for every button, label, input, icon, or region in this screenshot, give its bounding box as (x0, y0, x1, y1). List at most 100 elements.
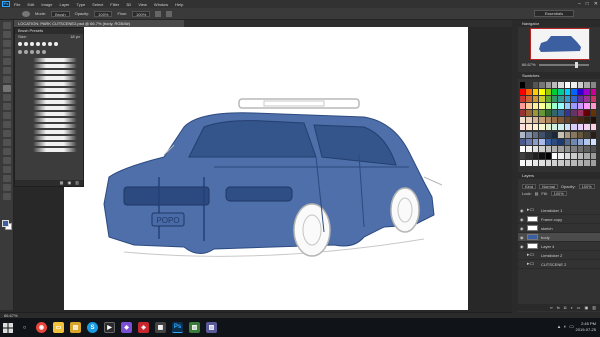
swatch-color[interactable] (571, 145, 577, 152)
swatch-color[interactable] (564, 110, 571, 117)
swatch-color[interactable] (564, 117, 571, 124)
move-tool-icon[interactable] (3, 22, 11, 29)
swatch-color[interactable] (532, 159, 539, 166)
search-icon[interactable]: ○ (19, 322, 30, 333)
swatch-color[interactable] (526, 138, 532, 145)
swatch-color[interactable] (564, 152, 571, 159)
brush-tool-icon[interactable] (22, 10, 30, 17)
navigator-title[interactable]: Navigator (518, 20, 600, 27)
swatch-color[interactable] (526, 82, 532, 88)
swatch-color[interactable] (520, 103, 526, 110)
swatch-color[interactable] (590, 96, 596, 103)
swatch-color[interactable] (552, 124, 558, 131)
brush-preset-12[interactable] (33, 124, 77, 128)
brush-preset-4[interactable] (33, 76, 77, 80)
brush-preset-1[interactable] (33, 58, 77, 62)
brush-preset-6[interactable] (33, 88, 77, 92)
dodge-tool-icon[interactable] (3, 139, 11, 146)
network-icon[interactable]: ▴ (558, 324, 561, 330)
swatch-color[interactable] (539, 110, 545, 117)
swatch-color[interactable] (552, 89, 558, 96)
swatch-color[interactable] (520, 96, 526, 103)
healing-tool-icon[interactable] (3, 76, 11, 83)
menu-image[interactable]: Image (41, 2, 52, 7)
swatch-color[interactable] (577, 110, 584, 117)
swatch-color[interactable] (545, 145, 552, 152)
swatch-color[interactable] (545, 89, 552, 96)
layer-row[interactable]: ◉ Layer 4 (518, 242, 600, 251)
swatch-color[interactable] (520, 138, 526, 145)
brush-preset-10[interactable] (33, 112, 77, 116)
swatch-color[interactable] (577, 89, 584, 96)
fx-icon[interactable]: fx (557, 304, 560, 311)
swatch-color[interactable] (577, 152, 584, 159)
volume-icon[interactable]: ◖ (563, 324, 566, 330)
swatch-color[interactable] (532, 145, 539, 152)
layer-row[interactable]: ◉ ▸▭ Limsticker 1 (518, 206, 600, 215)
airbrush-icon[interactable] (155, 10, 162, 17)
brush-preset-11[interactable] (33, 118, 77, 122)
swatch-color[interactable] (584, 96, 590, 103)
navigator-zoom-value[interactable]: 66.67% (522, 62, 536, 68)
swatch-color[interactable] (577, 103, 584, 110)
swatch-color[interactable] (571, 124, 577, 131)
file-explorer-icon[interactable]: ▭ (53, 322, 64, 333)
layer-filter-kind[interactable]: Kind (522, 184, 537, 189)
new-brush-icon[interactable]: ▣ (67, 180, 71, 186)
link-layers-icon[interactable]: ∞ (550, 304, 553, 311)
eye-icon[interactable]: ◉ (520, 244, 524, 249)
swatch-color[interactable] (526, 145, 532, 152)
layers-title[interactable]: Layers (518, 172, 600, 179)
editor-app-icon[interactable]: ▧ (189, 322, 200, 333)
swatch-color[interactable] (532, 96, 539, 103)
brush-preset-8[interactable] (33, 100, 77, 104)
menu-select[interactable]: Select (92, 2, 103, 7)
menu-filter[interactable]: Filter (110, 2, 119, 7)
gradient-tool-icon[interactable] (3, 121, 11, 128)
fill-field[interactable]: 100% (550, 191, 567, 196)
system-clock[interactable]: 2:45 PM 2019-07-25 (576, 321, 596, 333)
swatch-color[interactable] (577, 82, 584, 88)
swatch-color[interactable] (564, 145, 571, 152)
swatch-color[interactable] (545, 117, 552, 124)
swatch-color[interactable] (571, 131, 577, 138)
layer-row[interactable]: ▸▭ CUTSCENE 2 (518, 260, 600, 269)
brush-tips[interactable] (15, 40, 83, 48)
swatch-color[interactable] (564, 89, 571, 96)
brush-preset-9[interactable] (33, 106, 77, 110)
eye-icon[interactable]: ◉ (520, 208, 524, 213)
trash-icon[interactable]: ▥ (592, 304, 596, 311)
swatch-color[interactable] (584, 145, 590, 152)
swatch-color[interactable] (584, 117, 590, 124)
swatch-color[interactable] (545, 82, 552, 88)
swatch-color[interactable] (558, 152, 564, 159)
swatch-color[interactable] (539, 124, 545, 131)
swatch-color[interactable] (558, 103, 564, 110)
swatch-color[interactable] (520, 131, 526, 138)
swatch-color[interactable] (539, 159, 545, 166)
swatch-color[interactable] (564, 103, 571, 110)
minimize-button[interactable]: – (578, 1, 581, 7)
swatch-color[interactable] (539, 82, 545, 88)
mask-icon[interactable]: ◘ (564, 304, 566, 311)
swatch-color[interactable] (590, 145, 596, 152)
swatch-color[interactable] (577, 96, 584, 103)
swatch-color[interactable] (558, 96, 564, 103)
brush-preset-14[interactable] (33, 136, 77, 140)
swatch-color[interactable] (526, 152, 532, 159)
swatch-color[interactable] (571, 103, 577, 110)
type-tool-icon[interactable] (3, 157, 11, 164)
menu-3d[interactable]: 3D (126, 2, 131, 7)
swatch-color[interactable] (520, 159, 526, 166)
swatch-color[interactable] (520, 82, 526, 88)
swatch-color[interactable] (545, 159, 552, 166)
layer-row-active[interactable]: ◉ body (518, 233, 600, 242)
crop-tool-icon[interactable] (3, 58, 11, 65)
swatch-color[interactable] (520, 117, 526, 124)
swatch-color[interactable] (526, 117, 532, 124)
swatch-color[interactable] (545, 124, 552, 131)
swatch-color[interactable] (545, 103, 552, 110)
swatch-color[interactable] (552, 103, 558, 110)
swatch-color[interactable] (520, 145, 526, 152)
swatch-color[interactable] (584, 110, 590, 117)
